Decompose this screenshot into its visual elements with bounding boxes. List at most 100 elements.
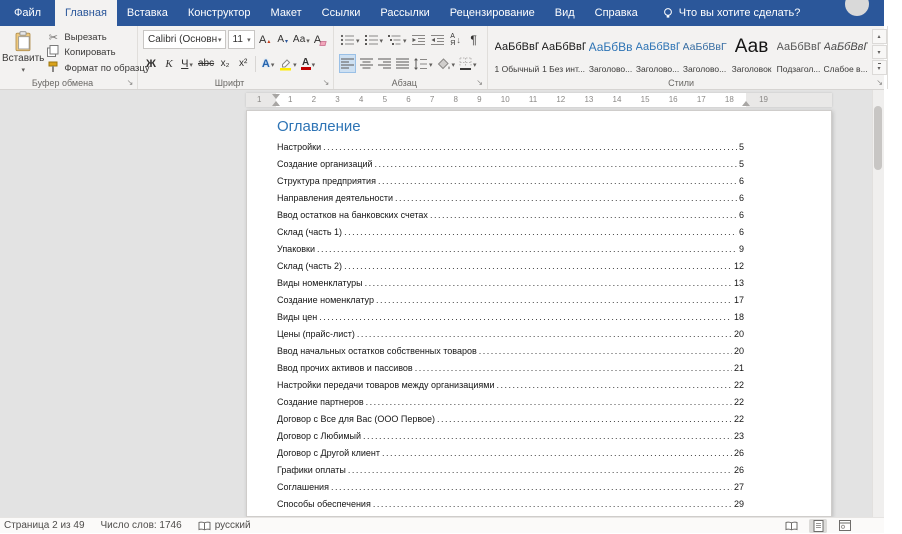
align-center-button[interactable] [358,54,374,73]
gallery-scroll-down-button[interactable] [872,45,887,60]
document-page[interactable]: Оглавление Настройки 5 Создание организа… [246,110,832,517]
gallery-more-button[interactable] [872,60,887,75]
toc-entry[interactable]: Ввод прочих активов и пассивов 21 [277,363,744,380]
tab-layout[interactable]: Макет [261,0,312,26]
show-formatting-button[interactable]: ¶ [466,30,482,49]
font-dialog-launcher[interactable] [321,77,331,88]
toc-dot-leader [319,312,732,322]
increase-indent-button[interactable] [429,30,446,49]
tab-review[interactable]: Рецензирование [440,0,545,26]
style-no-spacing[interactable]: АаБбВвГг 1 Без инт... [541,29,587,75]
subscript-button[interactable]: x₂ [217,54,233,73]
align-right-button[interactable] [376,54,392,73]
toc-entry[interactable]: Направления деятельности 6 [277,193,744,210]
numbering-button[interactable] [363,30,385,49]
first-line-indent-marker[interactable] [272,94,280,99]
style-heading2[interactable]: АаБбВвГ Заголово... [635,29,681,75]
page-indicator[interactable]: Страница 2 из 49 [4,520,85,531]
toc-entry[interactable]: Соглашения 27 [277,482,744,499]
word-count[interactable]: Число слов: 1746 [101,520,182,531]
style-heading3[interactable]: АаБбВвГ Заголово... [682,29,728,75]
sort-button[interactable]: АЯ [448,30,464,49]
toc-entry[interactable]: Договор с Другой клиент 26 [277,448,744,465]
proofing-book-icon [198,521,211,531]
underline-button[interactable]: Ч [179,54,195,73]
toc-entry[interactable]: Упаковки 9 [277,244,744,261]
change-case-button[interactable]: Аа [293,30,310,49]
superscript-button[interactable]: x² [235,54,251,73]
hanging-indent-marker[interactable] [272,101,280,106]
paragraph-dialog-launcher[interactable] [475,77,485,88]
vertical-scrollbar[interactable] [872,90,884,517]
toc-entry[interactable]: Создание номенклатур 17 [277,295,744,312]
grow-font-button[interactable]: А [257,30,273,49]
toc-entry[interactable]: Цены (прайс-лист) 20 [277,329,744,346]
gallery-scroll-up-button[interactable] [872,29,887,44]
toc-entry[interactable]: Договор с Все для Вас (ООО Первое) 22 [277,414,744,431]
scrollbar-thumb[interactable] [874,106,882,170]
ruler-number: 6 [406,93,410,107]
toc-entry[interactable]: Виды номенклатуры 13 [277,278,744,295]
style-subtitle[interactable]: АаБбВвГ Подзагол... [776,29,822,75]
justify-button[interactable] [394,54,410,73]
italic-button[interactable]: К [161,54,177,73]
shrink-font-button[interactable]: А [275,30,291,49]
style-normal[interactable]: АаБбВвГг 1 Обычный [494,29,540,75]
shading-button[interactable] [436,54,457,73]
strikethrough-button[interactable]: abc [197,54,215,73]
toc-entry[interactable]: Способы обеспечения 29 [277,499,744,516]
toc-entry[interactable]: Создание партнеров 22 [277,397,744,414]
toc-entry[interactable]: Виды цен 18 [277,312,744,329]
paste-button[interactable]: Вставить [2,29,44,75]
web-layout-button[interactable] [836,519,854,533]
styles-dialog-launcher[interactable] [875,77,885,88]
copy-button[interactable]: Копировать [44,45,151,60]
text-effects-button[interactable]: А [260,54,276,73]
tab-design[interactable]: Конструктор [178,0,261,26]
bold-button[interactable]: Ж [143,54,159,73]
toc-entry[interactable]: Структура предприятия 6 [277,176,744,193]
toc-entry[interactable]: Склад (часть 2) 12 [277,261,744,278]
toc-entry[interactable]: Настройки передачи товаров между организ… [277,380,744,397]
line-spacing-button[interactable] [412,54,434,73]
horizontal-ruler[interactable]: 1 123456789101112131415161718 19 [246,93,832,107]
highlight-color-button[interactable] [278,54,298,73]
style-heading1[interactable]: АаБбВв Заголово... [588,29,634,75]
toc-entry[interactable]: Склад (часть 1) 6 [277,227,744,244]
font-color-button[interactable]: А [300,54,317,73]
format-painter-button[interactable]: Формат по образцу [44,61,151,76]
clear-formatting-button[interactable]: А [312,30,328,49]
toc-entry[interactable]: Настройки 5 [277,142,744,159]
right-indent-marker[interactable] [742,101,750,106]
multilevel-list-button[interactable] [386,30,408,49]
toc-entry[interactable]: Ввод остатков на банковских счетах 6 [277,210,744,227]
align-left-button[interactable] [339,54,356,73]
style-title[interactable]: Аав Заголовок [729,29,775,75]
language-indicator[interactable]: русский [198,520,251,531]
decrease-indent-button[interactable] [410,30,427,49]
clipboard-dialog-launcher[interactable] [125,77,135,88]
font-family-combo[interactable]: Calibri (Основн [143,30,226,49]
tab-home[interactable]: Главная [55,0,117,26]
toc-entry[interactable]: Графики оплаты 26 [277,465,744,482]
bullets-button[interactable] [339,30,361,49]
toc-dot-leader [363,431,732,441]
toc-entry[interactable]: Создание организаций 5 [277,159,744,176]
style-subtle-emphasis[interactable]: АаБбВвГг Слабое в... [823,29,869,75]
borders-button[interactable] [458,54,478,73]
tab-references[interactable]: Ссылки [312,0,371,26]
print-layout-button[interactable] [809,519,827,533]
tab-help[interactable]: Справка [585,0,648,26]
tell-me-box[interactable]: Что вы хотите сделать? [662,0,801,26]
toc-entry[interactable]: Договор с Любимый 23 [277,431,744,448]
read-mode-button[interactable] [782,519,800,533]
font-size-combo[interactable]: 11 [228,30,255,49]
ruler-number: 9 [477,93,481,107]
tab-mailings[interactable]: Рассылки [370,0,439,26]
tab-insert[interactable]: Вставка [117,0,178,26]
toc-entry[interactable]: Ввод начальных остатков собственных това… [277,346,744,363]
tab-file[interactable]: Файл [0,0,55,26]
cut-button[interactable]: Вырезать [44,31,151,44]
styles-gallery: АаБбВвГг 1 Обычный АаБбВвГг 1 Без инт...… [494,29,869,75]
tab-view[interactable]: Вид [545,0,585,26]
